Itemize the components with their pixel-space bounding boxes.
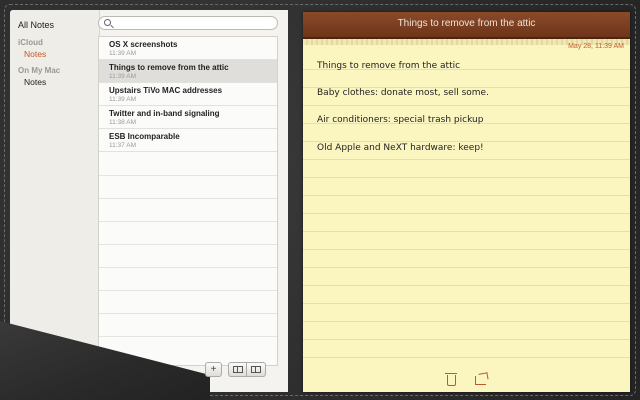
sidebar-item-all-notes[interactable]: All Notes bbox=[18, 20, 54, 30]
notes-list: OS X screenshots 11:39 AM Things to remo… bbox=[98, 36, 278, 366]
editor-title: Things to remove from the attic bbox=[397, 18, 536, 29]
list-item-selected[interactable]: Things to remove from the attic 11:39 AM bbox=[99, 60, 277, 83]
note-time: 11:39 AM bbox=[109, 50, 136, 57]
list-item[interactable]: OS X screenshots 11:39 AM bbox=[99, 37, 277, 60]
note-body-line[interactable]: Air conditioners: special trash pickup bbox=[317, 115, 483, 125]
search-input[interactable] bbox=[98, 16, 278, 30]
list-item[interactable]: Upstairs TiVo MAC addresses 11:39 AM bbox=[99, 83, 277, 106]
note-title: Things to remove from the attic bbox=[109, 63, 229, 72]
editor-footer bbox=[303, 370, 630, 392]
view-columns-button[interactable] bbox=[247, 362, 266, 377]
list-view-icon bbox=[233, 366, 243, 373]
list-divider bbox=[99, 175, 277, 176]
note-body-line[interactable]: Things to remove from the attic bbox=[317, 61, 460, 71]
sidebar-heading-icloud: iCloud bbox=[18, 38, 43, 47]
note-timestamp: May 28, 11:39 AM bbox=[568, 43, 624, 50]
columns-view-icon bbox=[251, 366, 261, 373]
note-time: 11:37 AM bbox=[109, 142, 136, 149]
share-icon[interactable] bbox=[475, 376, 486, 385]
list-divider bbox=[99, 313, 277, 314]
search-icon bbox=[104, 19, 111, 26]
editor-header: Things to remove from the attic bbox=[303, 12, 630, 39]
list-divider bbox=[99, 221, 277, 222]
view-list-button[interactable] bbox=[228, 362, 247, 377]
list-item[interactable]: ESB Incomparable 11:37 AM bbox=[99, 129, 277, 152]
note-body-line[interactable]: Baby clothes: donate most, sell some. bbox=[317, 88, 489, 98]
sidebar-item-mac-notes[interactable]: Notes bbox=[24, 77, 46, 87]
note-editor: Things to remove from the attic May 28, … bbox=[303, 12, 630, 392]
sidebar-heading-on-my-mac: On My Mac bbox=[18, 66, 61, 75]
note-title: ESB Incomparable bbox=[109, 132, 180, 141]
note-time: 11:39 AM bbox=[109, 73, 136, 80]
ruled-lines bbox=[303, 52, 630, 370]
sidebar-item-icloud-notes[interactable]: Notes bbox=[24, 49, 46, 59]
note-time: 11:38 AM bbox=[109, 119, 136, 126]
list-divider bbox=[99, 244, 277, 245]
trash-icon[interactable] bbox=[445, 373, 457, 386]
list-divider bbox=[99, 198, 277, 199]
list-divider bbox=[99, 267, 277, 268]
new-note-button[interactable]: + bbox=[205, 362, 222, 377]
list-item[interactable]: Twitter and in-band signaling 11:38 AM bbox=[99, 106, 277, 129]
note-body-line[interactable]: Old Apple and NeXT hardware: keep! bbox=[317, 143, 484, 153]
note-title: OS X screenshots bbox=[109, 40, 178, 49]
list-divider bbox=[99, 290, 277, 291]
note-time: 11:39 AM bbox=[109, 96, 136, 103]
list-divider bbox=[99, 336, 277, 337]
note-title: Upstairs TiVo MAC addresses bbox=[109, 86, 223, 95]
note-title: Twitter and in-band signaling bbox=[109, 109, 220, 118]
